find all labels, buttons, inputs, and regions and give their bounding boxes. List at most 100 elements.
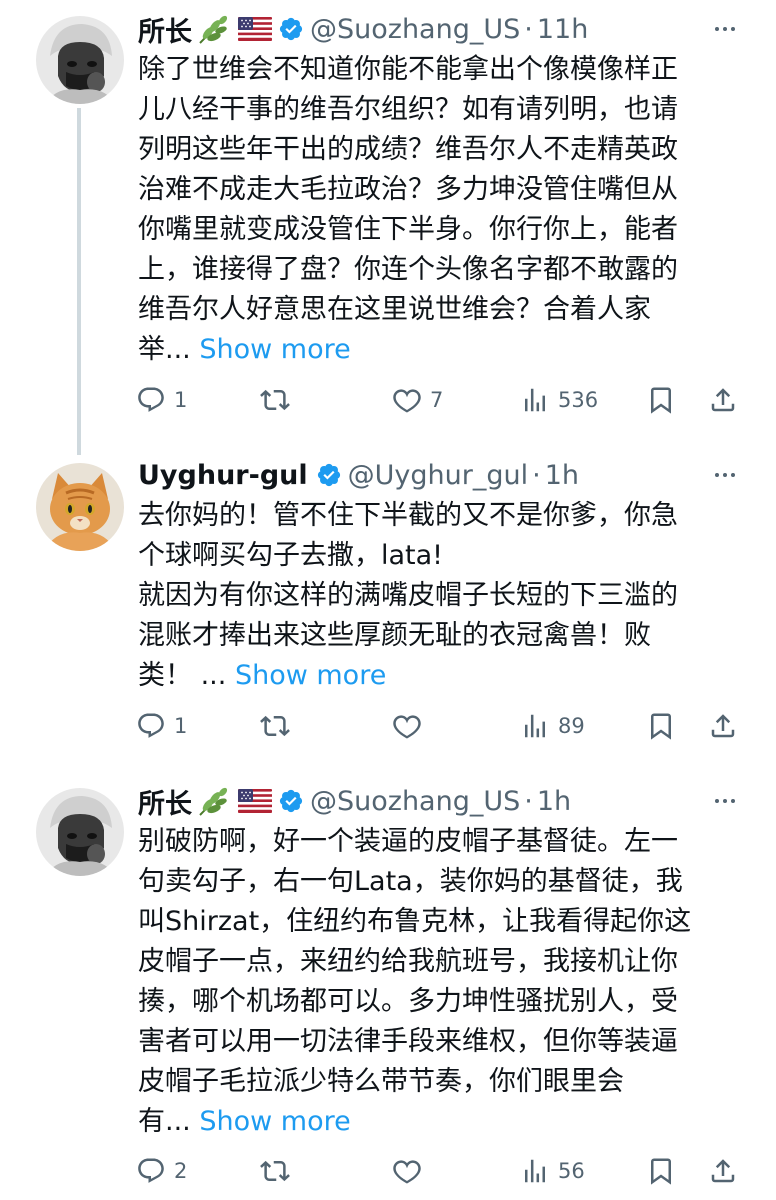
retweet-button[interactable]	[260, 380, 290, 420]
show-more-link[interactable]: Show more	[235, 660, 386, 691]
dot-separator: ·	[524, 785, 533, 817]
timestamp[interactable]: 1h	[545, 460, 579, 491]
reply-icon	[138, 713, 164, 738]
tweet-header: Uyghur-gul @Uyghur_gul · 1h	[138, 455, 579, 495]
tweet-2[interactable]: Uyghur-gul @Uyghur_gul · 1h 去你妈的！管不住下半截的…	[0, 455, 776, 780]
text-line: 揍，哪个机场都可以。多力坤性骚扰别人，受	[138, 986, 678, 1017]
like-count: 7	[430, 388, 444, 412]
more-options-icon[interactable]	[710, 14, 740, 44]
text-line: 叫Shirzat，住纽约布鲁克林，让我看得起你这	[138, 906, 692, 937]
text-line: 除了世维会不知道你能不能拿出个像模像样正	[138, 54, 678, 85]
avatar-photo-man-beanie-icon	[36, 16, 124, 104]
share-button[interactable]	[708, 706, 738, 746]
bookmark-icon	[651, 1158, 671, 1185]
text-line: 混账才捧出来这些厚颜无耻的衣冠禽兽！败	[138, 620, 651, 651]
like-button[interactable]: 7	[392, 380, 443, 420]
share-icon	[711, 1159, 735, 1183]
tweet-actions: 2 56	[136, 1151, 740, 1191]
text-line: 个球啊买勾子去撒，lata!	[138, 540, 444, 571]
more-options-icon[interactable]	[710, 786, 740, 816]
text-line-truncated: 有...	[138, 1106, 191, 1137]
timestamp[interactable]: 11h	[537, 14, 588, 45]
reply-button[interactable]: 1	[136, 380, 187, 420]
tweet-3[interactable]: 所长 @Suozhang_US · 1h 别破防啊，好一个装逼的皮帽子基督徒。左…	[0, 780, 776, 1200]
tweet-text: 去你妈的！管不住下半截的又不是你爹，你急 个球啊买勾子去撒，lata! 就因为有…	[138, 496, 748, 696]
share-button[interactable]	[708, 1151, 738, 1191]
text-line: 去你妈的！管不住下半截的又不是你爹，你急	[138, 500, 678, 531]
share-icon	[711, 388, 735, 412]
bookmark-button[interactable]	[646, 1151, 676, 1191]
tweet-1[interactable]: 所长 @Suozhang_US · 11h 除了世维会不知道你能不能拿出个像模像…	[0, 0, 776, 455]
views-button[interactable]: 56	[520, 1151, 585, 1191]
display-name[interactable]: Uyghur-gul	[138, 460, 308, 491]
show-more-link[interactable]: Show more	[199, 1106, 350, 1137]
heart-icon	[393, 715, 421, 739]
retweet-button[interactable]	[260, 706, 290, 746]
text-line-truncated: 举...	[138, 334, 191, 365]
us-flag-icon	[238, 789, 272, 813]
text-line: 维吾尔人好意思在这里说世维会？合着人家	[138, 294, 651, 325]
retweet-button[interactable]	[260, 1151, 290, 1191]
avatar-photo-orange-cat-icon	[36, 463, 124, 551]
avatar[interactable]	[36, 463, 124, 551]
bookmark-icon	[651, 713, 671, 740]
display-name[interactable]: 所长	[138, 10, 192, 49]
share-icon	[711, 714, 735, 738]
reply-button[interactable]: 1	[136, 706, 187, 746]
dot-separator: ·	[532, 459, 541, 491]
bookmark-icon	[651, 387, 671, 414]
retweet-icon	[260, 1160, 290, 1182]
avatar[interactable]	[36, 16, 124, 104]
views-count: 56	[558, 1159, 585, 1183]
views-chart-icon	[525, 1159, 545, 1183]
author-handle[interactable]: @Uyghur_gul	[348, 460, 528, 491]
tweet-header: 所长 @Suozhang_US · 1h	[138, 781, 571, 821]
retweet-icon	[260, 715, 290, 737]
reply-count: 2	[174, 1159, 188, 1183]
verified-badge-icon[interactable]	[316, 462, 342, 488]
views-chart-icon	[525, 714, 545, 738]
timestamp[interactable]: 1h	[537, 786, 571, 817]
reply-icon	[138, 387, 164, 412]
tweet-actions: 1 7 536	[136, 380, 740, 420]
text-line: 治难不成走大毛拉政治？多力坤没管住嘴但从	[138, 174, 678, 205]
tweet-header: 所长 @Suozhang_US · 11h	[138, 9, 588, 49]
herb-emoji-icon	[196, 13, 230, 45]
dot-separator: ·	[524, 13, 533, 45]
bookmark-button[interactable]	[646, 380, 676, 420]
more-options-icon[interactable]	[710, 460, 740, 490]
show-more-link[interactable]: Show more	[199, 334, 350, 365]
tweet-text: 别破防啊，好一个装逼的皮帽子基督徒。左一 句卖勾子，右一句Lata，装你妈的基督…	[138, 822, 748, 1142]
display-name[interactable]: 所长	[138, 782, 192, 821]
author-handle[interactable]: @Suozhang_US	[310, 14, 520, 45]
heart-icon	[393, 389, 421, 413]
text-line: 皮帽子一点，来纽约给我航班号，我接机让你	[138, 946, 678, 977]
tweet-actions: 1 89	[136, 706, 740, 746]
views-count: 89	[558, 714, 585, 738]
thread-connector-line	[77, 108, 81, 455]
views-chart-icon	[525, 388, 545, 412]
text-line: 句卖勾子，右一句Lata，装你妈的基督徒，我	[138, 866, 683, 897]
text-line: 列明这些年干出的成绩？维吾尔人不走精英政	[138, 134, 678, 165]
retweet-icon	[260, 389, 290, 411]
reply-icon	[138, 1158, 164, 1183]
like-button[interactable]	[392, 706, 430, 746]
text-line: 别破防啊，好一个装逼的皮帽子基督徒。左一	[138, 826, 678, 857]
text-line: 你嘴里就变成没管住下半身。你行你上，能者	[138, 214, 678, 245]
avatar[interactable]	[36, 788, 124, 876]
verified-badge-icon[interactable]	[278, 16, 304, 42]
bookmark-button[interactable]	[646, 706, 676, 746]
verified-badge-icon[interactable]	[278, 788, 304, 814]
text-line: 就因为有你这样的满嘴皮帽子长短的下三滥的	[138, 580, 678, 611]
views-button[interactable]: 536	[520, 380, 598, 420]
views-button[interactable]: 89	[520, 706, 585, 746]
share-button[interactable]	[708, 380, 738, 420]
text-line: 上，谁接得了盘？你连个头像名字都不敢露的	[138, 254, 678, 285]
reply-count: 1	[174, 714, 188, 738]
views-count: 536	[558, 388, 599, 412]
reply-button[interactable]: 2	[136, 1151, 187, 1191]
us-flag-icon	[238, 17, 272, 41]
like-button[interactable]	[392, 1151, 430, 1191]
avatar-photo-man-beanie-icon	[36, 788, 124, 876]
author-handle[interactable]: @Suozhang_US	[310, 786, 520, 817]
